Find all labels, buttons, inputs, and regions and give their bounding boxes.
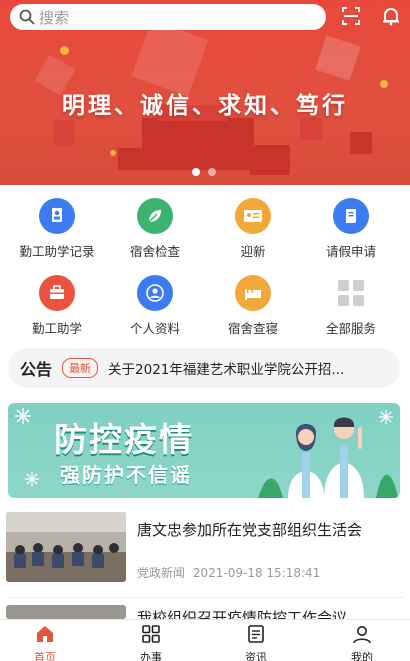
grid-item-work-study-record[interactable]: 勤工助学记录 — [6, 198, 108, 260]
carousel-dot-active[interactable] — [192, 168, 200, 176]
grid-item-welcome[interactable]: 迎新 — [202, 198, 304, 260]
news-category: 党政新闻 — [137, 566, 186, 580]
news-item[interactable]: 唐文忠参加所在党支部组织生活会 党政新闻 2021-09-18 15:18:41 — [0, 512, 410, 592]
search-placeholder: 搜索 — [39, 8, 70, 27]
student-record-icon — [39, 198, 75, 234]
news-title: 唐文忠参加所在党支部组织生活会 — [137, 521, 363, 539]
grid-item-leave-request[interactable]: 请假申请 — [300, 198, 402, 260]
tab-news[interactable]: 资讯 — [226, 624, 286, 661]
leaf-icon — [137, 198, 173, 234]
bell-icon[interactable] — [381, 6, 401, 26]
search-icon — [19, 9, 35, 25]
user-icon — [353, 626, 371, 644]
grid-item-label: 宿舍检查 — [129, 244, 180, 259]
grid-item-dorm-inspection[interactable]: 宿舍检查 — [104, 198, 206, 260]
home-icon — [37, 626, 53, 642]
toolbox-icon — [39, 275, 75, 311]
tab-label: 我的 — [351, 651, 373, 661]
notice-badge: 最新 — [62, 358, 99, 378]
search-bar[interactable]: 搜索 — [10, 4, 326, 30]
scroll-icon — [333, 198, 369, 234]
hero-carousel[interactable]: 明理、诚信、求知、笃行 搜索 — [0, 0, 410, 185]
grid-item-label: 全部服务 — [325, 321, 376, 336]
bottom-tab-bar: 首页 办事 资讯 我的 — [0, 619, 410, 661]
snowflake-icon — [24, 471, 40, 487]
bed-icon — [235, 275, 271, 311]
grid-icon — [142, 625, 160, 643]
banner-title: 防控疫情 — [54, 420, 194, 459]
grid-item-label: 勤工助学 — [31, 321, 82, 336]
snowflake-icon — [15, 408, 31, 424]
tab-services[interactable]: 办事 — [121, 624, 181, 661]
grid-item-label: 勤工助学记录 — [19, 244, 95, 259]
apps-grid-icon — [333, 275, 369, 311]
tab-label: 办事 — [140, 651, 162, 661]
tab-label: 资讯 — [245, 651, 267, 661]
news-thumbnail — [6, 512, 126, 582]
notice-text[interactable]: 关于2021年福建艺术职业学院公开招... — [108, 358, 373, 378]
epidemic-banner[interactable]: 防控疫情 强防护不信谣 — [8, 403, 400, 498]
carousel-dot[interactable] — [208, 168, 216, 176]
news-datetime: 2021-09-18 15:18:41 — [192, 566, 321, 580]
grid-item-work-study[interactable]: 勤工助学 — [6, 275, 108, 337]
tab-label: 首页 — [34, 651, 56, 661]
hero-slogan: 明理、诚信、求知、笃行 — [62, 93, 348, 119]
grid-item-label: 宿舍查寝 — [227, 321, 278, 336]
grid-item-label: 迎新 — [240, 244, 266, 259]
grid-item-all-services[interactable]: 全部服务 — [300, 275, 402, 337]
home-page: 明理、诚信、求知、笃行 搜索 勤工助学记录 宿舍检查 迎新 请假申请 勤工助学 … — [0, 0, 410, 661]
notice-bar[interactable]: 公告 最新 关于2021年福建艺术职业学院公开招... — [8, 348, 400, 388]
grid-item-label: 请假申请 — [325, 244, 376, 259]
scan-icon[interactable] — [341, 6, 361, 26]
grid-item-profile[interactable]: 个人资料 — [104, 275, 206, 337]
grid-item-label: 个人资料 — [129, 321, 180, 336]
tab-home[interactable]: 首页 — [15, 624, 75, 661]
news-meta: 党政新闻 2021-09-18 15:18:41 — [137, 564, 320, 581]
grid-item-dorm-check[interactable]: 宿舍查寝 — [202, 275, 304, 337]
id-card-icon — [235, 198, 271, 234]
doctors-illustration — [258, 417, 398, 498]
news-title: 我校组织召开疫情防控工作会议 — [137, 609, 348, 619]
news-item[interactable]: 我校组织召开疫情防控工作会议 — [0, 605, 410, 619]
tab-mine[interactable]: 我的 — [332, 624, 392, 661]
banner-subtitle: 强防护不信谣 — [60, 463, 192, 487]
person-icon — [137, 275, 173, 311]
news-thumbnail — [6, 605, 126, 619]
notice-title: 公告 — [20, 360, 53, 379]
news-icon — [248, 625, 264, 643]
